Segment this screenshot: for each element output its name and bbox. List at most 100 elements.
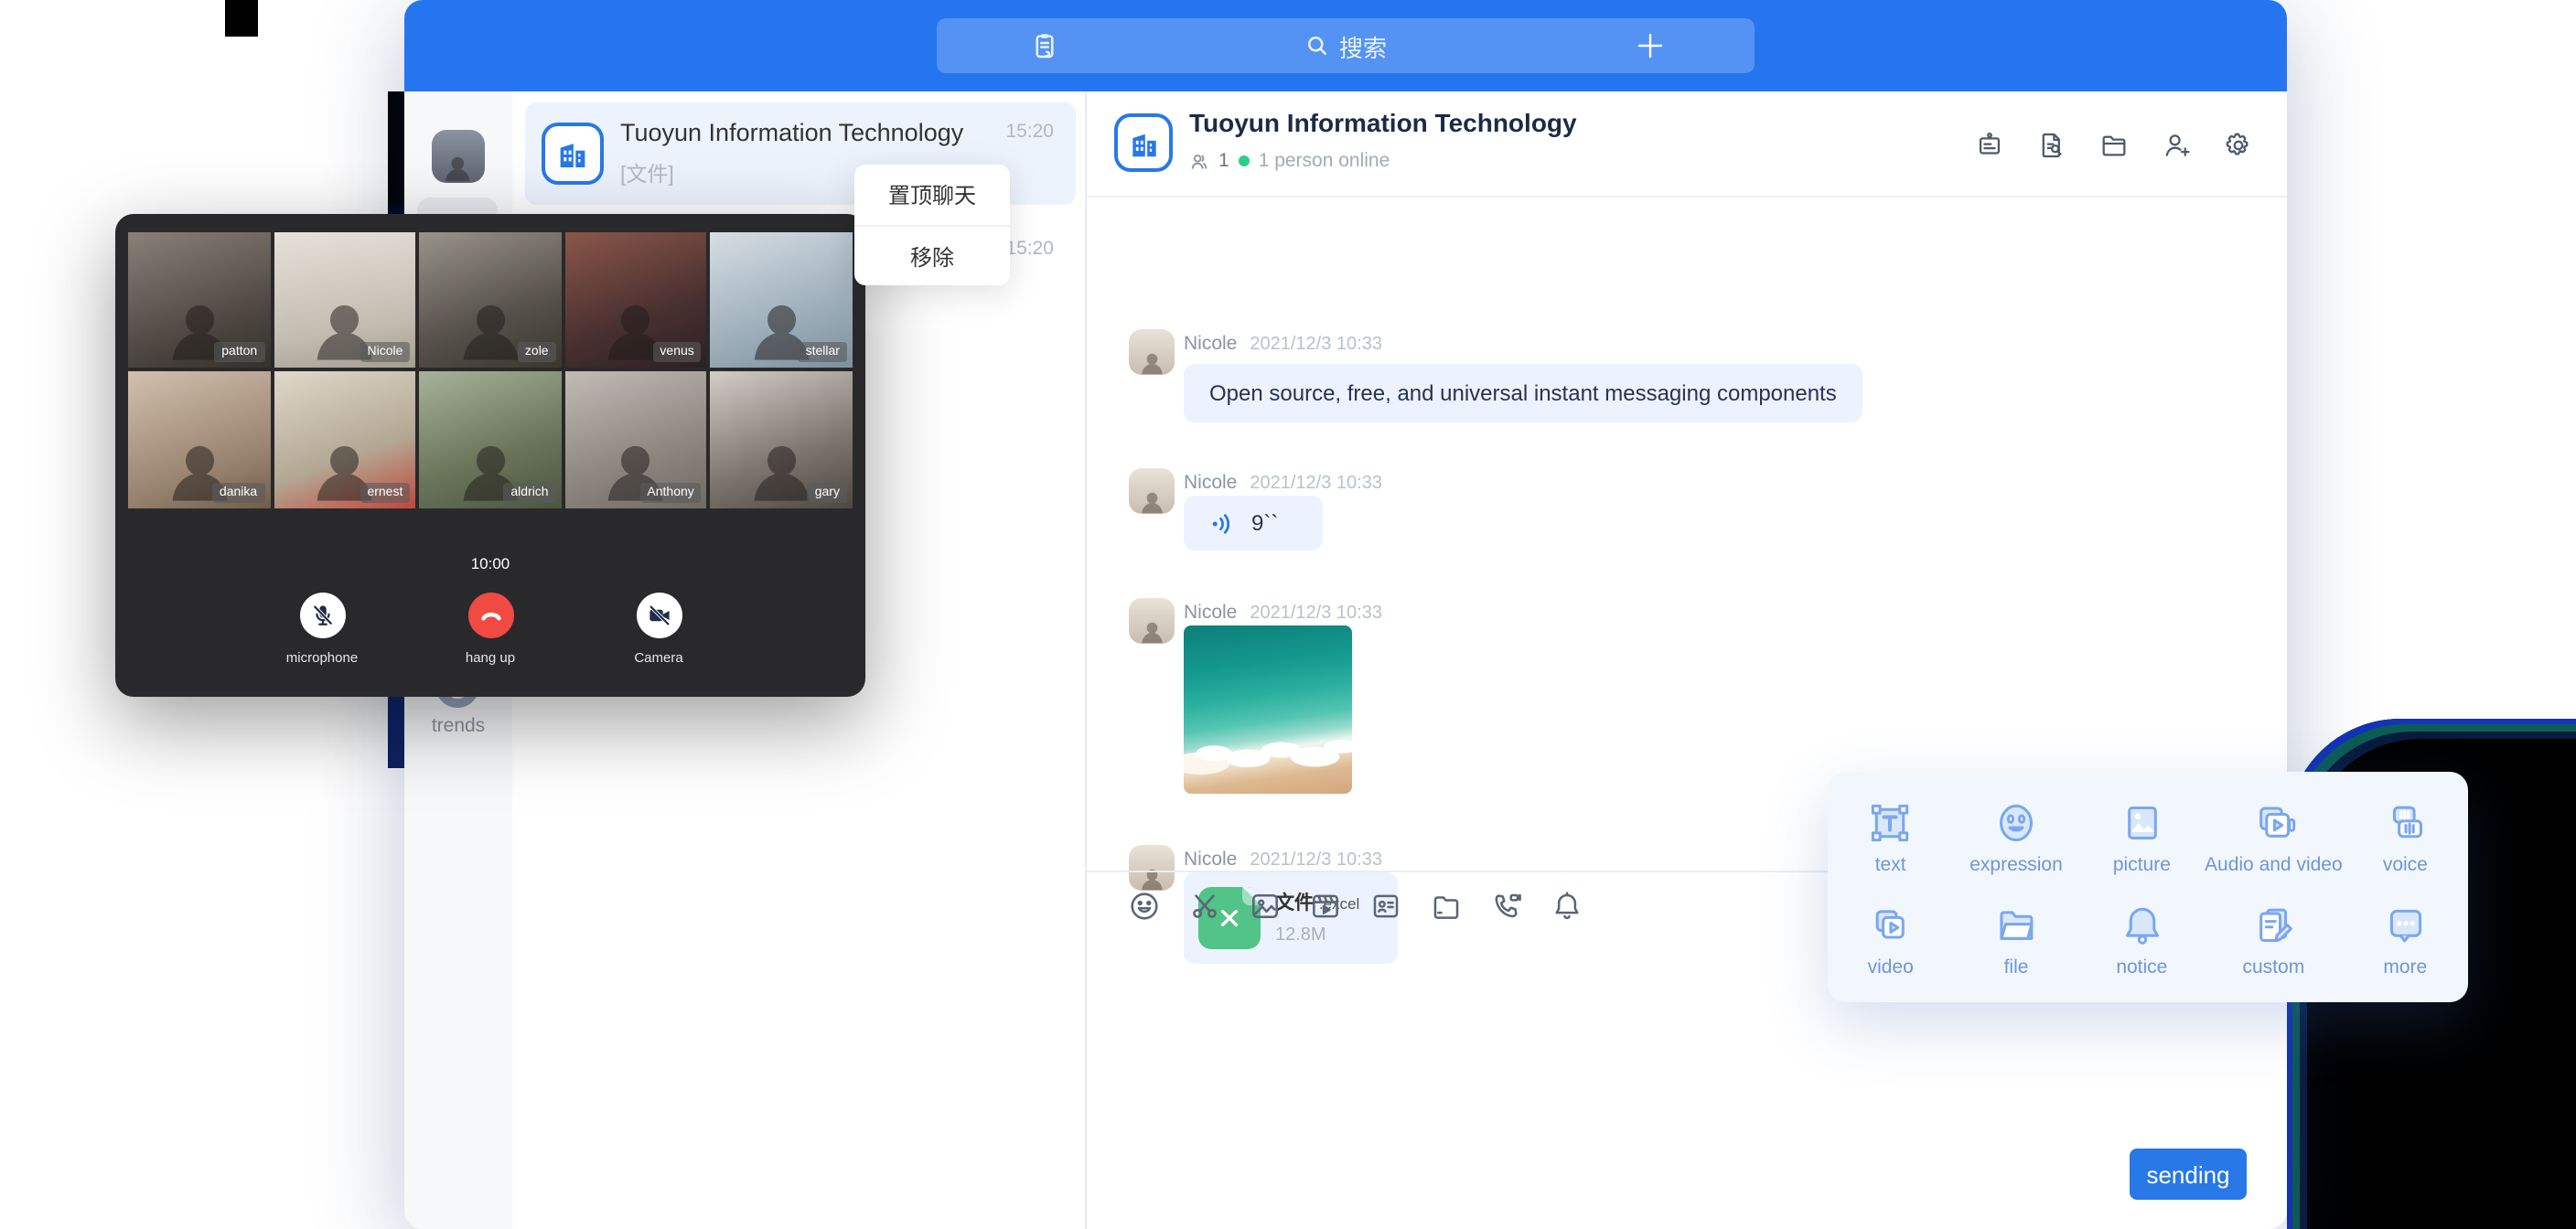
message-type-panel: text expression picture Audio and video … — [1828, 772, 2468, 1002]
message-time: 2021/12/3 10:33 — [1250, 474, 1382, 494]
panel-item-text[interactable]: text — [1828, 786, 1953, 889]
chat-subtitle: 1 1 person online — [1189, 150, 1390, 172]
p-expression-icon — [1992, 799, 2040, 847]
participant-name: stellar — [799, 342, 847, 362]
participant-tile: patton — [128, 232, 270, 368]
panel-item-video[interactable]: video — [1828, 889, 1953, 991]
participant-name: ernest — [360, 483, 410, 503]
context-menu-item[interactable]: 移除 — [854, 225, 1010, 285]
page: 搜索 trends Tuoyun Information Technol — [0, 0, 2576, 1229]
avatar[interactable] — [1129, 845, 1175, 891]
image-icon — [1248, 889, 1283, 924]
camera-off-button[interactable]: Camera — [606, 593, 712, 666]
avatar[interactable] — [1129, 468, 1175, 514]
p-more-icon — [2381, 902, 2429, 949]
online-dot — [1239, 155, 1250, 166]
member-count: 1 — [1218, 150, 1229, 172]
background-decoration — [225, 0, 258, 37]
bell-button[interactable] — [1550, 889, 1584, 924]
p-text-icon — [1867, 799, 1915, 847]
panel-item-label: file — [2004, 956, 2029, 978]
panel-item-label: custom — [2243, 956, 2305, 978]
doc-search-button[interactable] — [2036, 130, 2067, 161]
panel-item-voice[interactable]: voice — [2343, 786, 2468, 889]
bell-icon — [1550, 889, 1584, 924]
send-button[interactable]: sending — [2130, 1149, 2247, 1200]
id-card-icon — [1368, 889, 1403, 924]
panel-item-label: video — [1868, 956, 1914, 978]
panel-item-expression[interactable]: expression — [1953, 786, 2078, 889]
participant-tile: stellar — [711, 232, 853, 368]
id-card-button[interactable] — [1368, 889, 1403, 924]
participant-name: Nicole — [360, 342, 410, 362]
folder-icon — [2098, 130, 2130, 161]
voice-message-bubble[interactable]: 9`` — [1184, 496, 1323, 550]
participant-name: danika — [212, 483, 264, 503]
gear-button[interactable] — [2223, 130, 2254, 161]
p-video-icon — [1867, 902, 1915, 949]
panel-item-label: expression — [1970, 854, 2063, 876]
clapper-button[interactable] — [1308, 889, 1343, 924]
call-controls: microphone hang up Camera — [115, 593, 865, 666]
conversation-last-message: [文件] — [620, 159, 674, 188]
members-icon — [1189, 151, 1209, 171]
context-menu-item[interactable]: 置顶聊天 — [854, 165, 1010, 225]
trends-label: trends — [404, 715, 512, 737]
notice-board-button[interactable] — [1974, 130, 2005, 161]
avatar[interactable] — [1129, 598, 1175, 644]
person-photo — [1136, 862, 1168, 891]
image-button[interactable] — [1248, 889, 1283, 924]
phone-cam-button[interactable] — [1489, 889, 1524, 924]
participant-tile: zole — [419, 232, 561, 368]
hang-up-icon — [477, 602, 504, 629]
notice-board-icon — [1974, 130, 2005, 161]
panel-item-label: voice — [2383, 854, 2428, 876]
mic-off-button[interactable]: microphone — [269, 593, 375, 666]
scissors-button[interactable] — [1187, 889, 1222, 924]
context-menu: 置顶聊天移除 — [854, 165, 1010, 285]
search-bar[interactable]: 搜索 — [937, 18, 1755, 73]
panel-item-notice[interactable]: notice — [2079, 889, 2205, 991]
my-avatar[interactable] — [432, 130, 485, 183]
person-photo — [1136, 486, 1168, 514]
group-avatar — [542, 123, 604, 185]
participant-tile: Anthony — [565, 371, 707, 508]
sound-wave-icon — [1209, 509, 1237, 537]
video-call-window: patton Nicole zole venus stellar danika ernest… — [115, 214, 865, 697]
add-icon[interactable] — [1634, 29, 1667, 62]
participant-grid: patton Nicole zole venus stellar danika ernest… — [128, 232, 853, 508]
image-message[interactable] — [1184, 625, 1352, 794]
phone-cam-icon — [1489, 889, 1524, 924]
folder-button[interactable] — [2098, 130, 2130, 161]
hang-up-button[interactable]: hang up — [437, 593, 543, 666]
text-message-bubble: Open source, free, and universal instant… — [1184, 364, 1862, 422]
participant-tile: aldrich — [419, 371, 561, 508]
participant-name: zole — [518, 342, 556, 362]
participant-tile: venus — [565, 232, 707, 368]
panel-item-file[interactable]: file — [1953, 889, 2078, 991]
building-icon — [554, 135, 591, 172]
avatar[interactable] — [1129, 329, 1175, 375]
search-field[interactable]: 搜索 — [937, 18, 1755, 73]
panel-item-more[interactable]: more — [2343, 889, 2468, 991]
call-timer: 10:00 — [115, 554, 865, 572]
building-icon — [1126, 125, 1161, 160]
emoji-button[interactable] — [1127, 889, 1162, 924]
chat-title: Tuoyun Information Technology — [1189, 108, 1577, 137]
chat-header-actions — [1974, 130, 2254, 161]
chat-header: Tuoyun Information Technology 1 1 person… — [1087, 91, 2287, 198]
panel-item-label: Audio and video — [2205, 854, 2343, 876]
voice-duration: 9`` — [1251, 510, 1278, 536]
group-avatar[interactable] — [1114, 113, 1173, 172]
online-status: 1 person online — [1259, 150, 1390, 172]
search-placeholder: 搜索 — [1339, 28, 1387, 63]
folder2-button[interactable] — [1429, 889, 1464, 924]
person-photo — [440, 149, 478, 183]
panel-item-custom[interactable]: custom — [2205, 889, 2343, 991]
p-custom-icon — [2249, 902, 2297, 949]
panel-item-picture[interactable]: picture — [2079, 786, 2205, 889]
p-av-icon — [2249, 799, 2297, 847]
person-add-button[interactable] — [2161, 130, 2192, 161]
panel-item-Audio-and-video[interactable]: Audio and video — [2205, 786, 2343, 889]
mic-off-icon — [308, 602, 336, 629]
